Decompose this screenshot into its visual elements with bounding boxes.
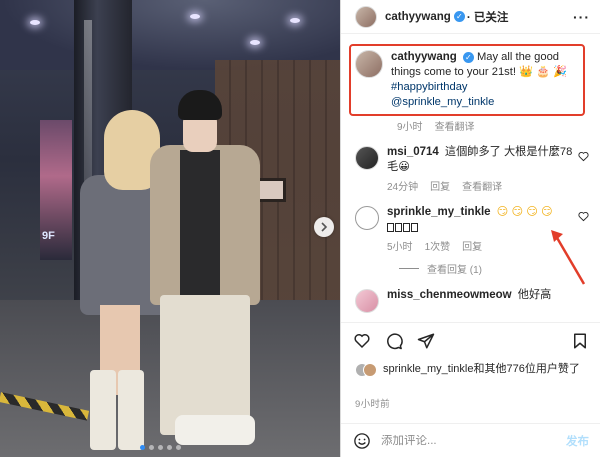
post-header: cathyywang ✓ · 已关注 ··· (341, 0, 600, 34)
comment-meta: 5小时 1次赞 回复 (387, 238, 575, 253)
view-replies-label: 查看回复 (1) (427, 265, 482, 276)
ceiling-light (250, 40, 260, 45)
caption-highlight: cathyywang ✓ May all the good things come… (349, 44, 585, 116)
post-timestamp: 9小时前 (355, 399, 390, 410)
comment-reply-link[interactable]: 回复 (462, 238, 482, 253)
caption-mention[interactable]: @sprinkle_my_tinkle (391, 96, 494, 108)
carousel-dot (167, 445, 172, 450)
heart-icon[interactable] (578, 151, 589, 162)
photo-person-boy-shoes (175, 415, 255, 445)
carousel-dot (140, 445, 145, 450)
comment-item: miss_chenmeowmeow 他好高 (355, 288, 591, 313)
add-comment-bar: 发布 (341, 423, 600, 457)
comment-likes[interactable]: 1次赞 (425, 238, 451, 253)
author-avatar[interactable] (355, 5, 377, 28)
comment-username[interactable]: miss_chenmeowmeow (387, 289, 512, 301)
comment-reply-link[interactable]: 回复 (430, 178, 450, 193)
like-heart-icon[interactable] (353, 332, 371, 350)
view-replies-link[interactable]: 查看回复 (1) (399, 261, 591, 276)
ceiling-light (30, 20, 40, 25)
add-comment-input[interactable] (381, 434, 556, 447)
comment-emojis: 😏 😏 😏 😏 (496, 206, 553, 218)
comment-bubble-icon[interactable] (385, 332, 403, 350)
caption-avatar[interactable] (355, 50, 383, 78)
liker-avatars (355, 362, 379, 378)
more-options-icon[interactable]: ··· (573, 9, 590, 25)
carousel-next-button[interactable] (314, 217, 334, 237)
likes-summary[interactable]: sprinkle_my_tinkle和其他776位用户赞了 (355, 362, 595, 378)
likes-text: sprinkle_my_tinkle和其他776位用户赞了 (383, 363, 580, 375)
post-comment-button[interactable]: 发布 (566, 433, 589, 449)
verified-badge-icon: ✓ (462, 51, 474, 63)
photo-person-boy-hoodie (180, 150, 220, 300)
comment-username[interactable]: sprinkle_my_tinkle (387, 206, 491, 218)
ceiling-light (190, 14, 200, 19)
caption-text: cathyywang ✓ May all the good things come… (391, 50, 579, 110)
emoji-smiley-icon[interactable] (353, 432, 371, 450)
comment-translate-link[interactable]: 查看翻译 (462, 178, 502, 193)
photo-person-boy-hair (178, 90, 222, 120)
photo-person-girl-boot (118, 370, 144, 450)
post-side-panel: cathyywang ✓ · 已关注 ··· cathyywang ✓ May a… (340, 0, 600, 457)
photo-floor-sign: 9F (42, 230, 55, 242)
follow-status[interactable]: · 已关注 (467, 9, 509, 25)
bookmark-icon[interactable] (571, 332, 589, 350)
caption-time: 9小时 (397, 122, 423, 133)
photo-person-girl-boot (90, 370, 116, 450)
photo-person-boy-pants (160, 295, 250, 435)
comment-username[interactable]: msi_0714 (387, 146, 439, 158)
comment-time: 5小时 (387, 242, 413, 253)
post-photo[interactable]: 9F (0, 0, 340, 457)
comment-avatar[interactable] (355, 146, 379, 170)
chevron-right-icon (321, 222, 328, 232)
heart-icon[interactable] (578, 211, 589, 222)
carousel-dot (149, 445, 154, 450)
verified-badge-icon: ✓ (453, 11, 465, 22)
comment-item: sprinkle_my_tinkle 😏 😏 😏 😏 5小时 1次赞 回复 (355, 205, 591, 253)
carousel-dot (158, 445, 163, 450)
post-actions-bar (341, 322, 600, 358)
comment-text: 他好高 (517, 289, 552, 301)
author-username[interactable]: cathyywang (385, 11, 451, 23)
caption-hashtag[interactable]: #happybirthday (391, 81, 468, 93)
caption-username[interactable]: cathyywang (391, 51, 457, 63)
carousel-dots (140, 445, 181, 450)
comment-avatar[interactable] (355, 206, 379, 230)
comment-meta: 24分钟 回复 查看翻译 (387, 178, 575, 193)
replies-divider (399, 268, 419, 269)
caption-meta: 9小时 查看翻译 (355, 118, 591, 133)
carousel-dot (176, 445, 181, 450)
comment-unrendered-glyphs (387, 221, 419, 233)
ceiling-light (290, 18, 300, 23)
comments-list[interactable]: cathyywang ✓ May all the good things come… (341, 34, 600, 322)
comment-time: 24分钟 (387, 182, 419, 193)
comment-item: msi_0714 這個帥多了 大根是什麼78毛😀 24分钟 回复 查看翻译 (355, 145, 591, 193)
share-send-icon[interactable] (417, 332, 435, 350)
caption-translate-link[interactable]: 查看翻译 (435, 118, 475, 133)
comment-avatar[interactable] (355, 289, 379, 313)
